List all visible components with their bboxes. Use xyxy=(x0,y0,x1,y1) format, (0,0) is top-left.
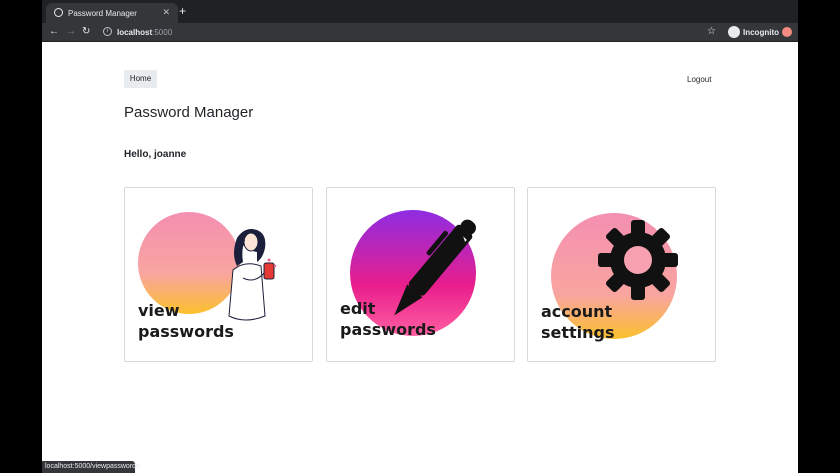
reload-icon[interactable]: ↻ xyxy=(82,26,90,37)
card-label-line2: passwords xyxy=(340,320,436,339)
tab-title: Password Manager xyxy=(68,9,137,18)
browser-toolbar: ← → ↻ i localhost:5000 ☆ Incognito xyxy=(42,23,798,42)
address-bar[interactable]: i localhost:5000 xyxy=(100,25,715,40)
card-label-line2: settings xyxy=(541,323,615,342)
status-bar-url: localhost:5000/viewpasswords xyxy=(42,461,140,473)
logout-link[interactable]: Logout xyxy=(687,75,711,84)
forward-icon[interactable]: → xyxy=(66,26,76,37)
tab-bar: Password Manager ✕ + xyxy=(42,0,798,23)
incognito-icon[interactable] xyxy=(728,26,740,38)
incognito-label[interactable]: Incognito xyxy=(743,28,779,37)
info-icon[interactable]: i xyxy=(103,27,112,36)
home-button[interactable]: Home xyxy=(124,70,157,88)
page-content: Home Logout Password Manager Hello, joan… xyxy=(42,42,798,473)
card-label-line1: view xyxy=(138,301,180,320)
back-icon[interactable]: ← xyxy=(49,26,59,37)
new-tab-icon[interactable]: + xyxy=(179,4,186,18)
extension-icon[interactable] xyxy=(782,27,792,37)
card-label-line1: edit xyxy=(340,299,376,318)
browser-tab[interactable]: Password Manager ✕ xyxy=(46,3,178,23)
tab-close-icon[interactable]: ✕ xyxy=(162,7,170,18)
browser-window: Password Manager ✕ + ← → ↻ i localhost:5… xyxy=(42,0,798,473)
greeting-text: Hello, joanne xyxy=(124,149,187,160)
card-label-line1: account xyxy=(541,302,613,321)
account-settings-card[interactable]: account settings xyxy=(527,187,716,362)
card-label-line2: passwords xyxy=(138,322,234,341)
page-title: Password Manager xyxy=(124,104,254,121)
bookmark-star-icon[interactable]: ☆ xyxy=(707,26,716,37)
globe-icon xyxy=(54,8,63,17)
view-passwords-card[interactable]: view passwords xyxy=(124,187,313,362)
url-text: localhost:5000 xyxy=(117,28,173,37)
edit-passwords-card[interactable]: edit passwords xyxy=(326,187,515,362)
